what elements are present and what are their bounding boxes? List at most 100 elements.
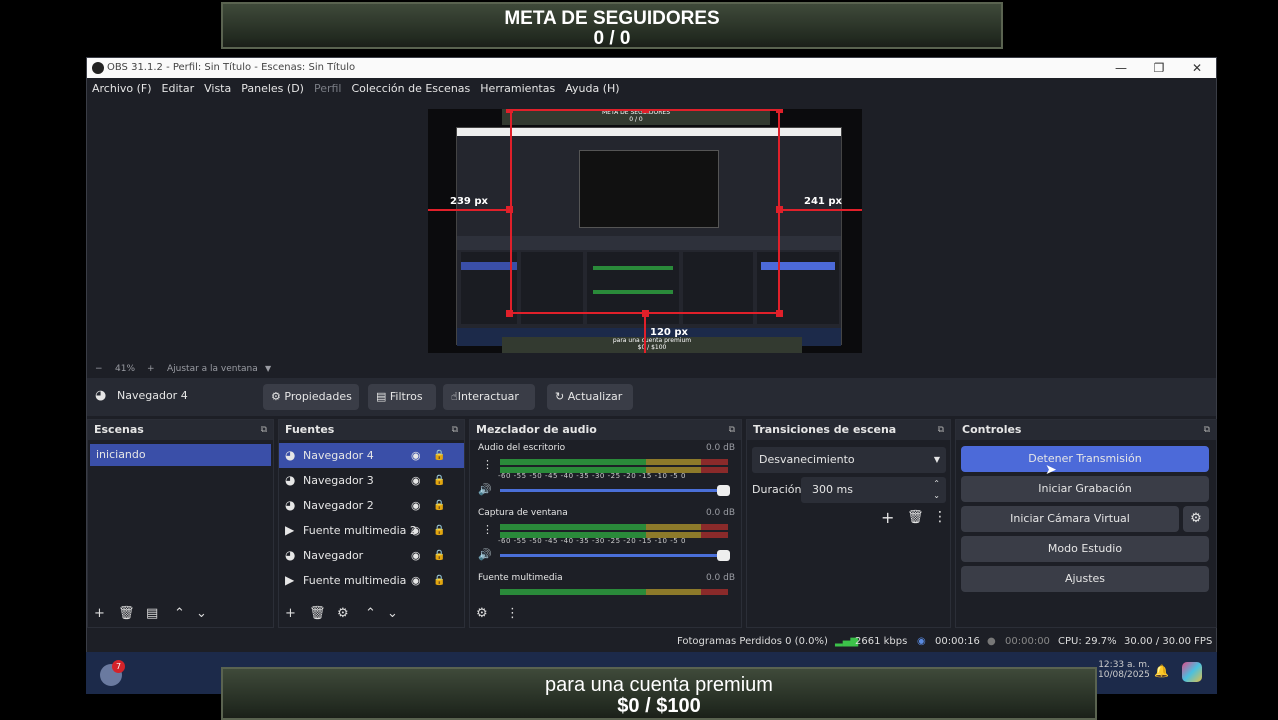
eye-icon[interactable]: ◉: [411, 518, 421, 543]
handle-bottom-left[interactable]: [506, 310, 513, 317]
trash-icon[interactable]: 🗑: [309, 606, 326, 621]
undock-icon[interactable]: ⧉: [1204, 420, 1210, 440]
scene-item[interactable]: iniciando: [90, 444, 271, 466]
title-bar: OBS 31.1.2 - Perfil: Sin Título - Escena…: [87, 58, 1216, 78]
program-preview[interactable]: META DE SEGUIDORES 0 / 0 para una cuenta…: [428, 109, 862, 353]
channel-name: Captura de ventana: [478, 508, 568, 518]
stepper-down-icon[interactable]: ⌄: [933, 483, 940, 509]
stop-stream-button[interactable]: Detener Transmisión: [961, 446, 1209, 472]
advanced-audio-icon[interactable]: ⚙: [476, 606, 488, 621]
interact-button[interactable]: ☝Interactuar: [443, 384, 535, 410]
chevron-down-icon[interactable]: ⌄: [387, 606, 398, 621]
studio-mode-button[interactable]: Modo Estudio: [961, 536, 1209, 562]
kebab-icon[interactable]: ⋮: [482, 458, 493, 471]
settings-button[interactable]: Ajustes: [961, 566, 1209, 592]
menu-ayuda[interactable]: Ayuda (H): [560, 78, 624, 100]
kebab-icon[interactable]: ⋮: [933, 509, 947, 525]
handle-left[interactable]: [506, 206, 513, 213]
window-title: OBS 31.1.2 - Perfil: Sin Título - Escena…: [107, 62, 356, 73]
speaker-icon[interactable]: 🔊: [478, 483, 492, 496]
zoom-out-button[interactable]: −: [95, 362, 103, 376]
lock-icon[interactable]: 🔒: [433, 443, 445, 468]
pointer-icon: ☝: [451, 390, 458, 403]
close-icon[interactable]: ✕: [1178, 58, 1216, 78]
lock-icon[interactable]: 🔒: [433, 518, 445, 543]
menu-perfil[interactable]: Perfil: [309, 78, 347, 100]
menu-coleccion-escenas[interactable]: Colección de Escenas: [347, 78, 476, 100]
source-name: Fuente multimedia 2: [303, 524, 417, 537]
undock-icon[interactable]: ⧉: [452, 420, 458, 440]
source-row[interactable]: ▶ Fuente multimedia ◉ 🔒: [279, 568, 464, 593]
chevron-down-icon[interactable]: ⌄: [196, 606, 207, 621]
zoom-in-button[interactable]: +: [147, 362, 155, 376]
trash-icon[interactable]: 🗑: [907, 510, 924, 525]
menu-archivo[interactable]: Archivo (F): [87, 78, 157, 100]
clock[interactable]: 12:33 a. m. 10/08/2025: [1098, 660, 1150, 680]
source-row[interactable]: ◕ Navegador 3 ◉ 🔒: [279, 468, 464, 493]
globe-icon: ◕: [95, 388, 107, 403]
selection-bounds[interactable]: [510, 109, 780, 314]
handle-top[interactable]: [642, 109, 649, 113]
minimize-icon[interactable]: —: [1102, 58, 1140, 78]
volume-slider[interactable]: [500, 550, 730, 561]
source-row[interactable]: ▶ Fuente multimedia 2 ◉ 🔒: [279, 518, 464, 543]
handle-bottom-right[interactable]: [776, 310, 783, 317]
source-row[interactable]: ◕ Navegador 2 ◉ 🔒: [279, 493, 464, 518]
nested-premium-amount: $0 / $100: [637, 344, 667, 351]
maximize-icon[interactable]: ❐: [1140, 58, 1178, 78]
filters-button[interactable]: ▤ Filtros: [368, 384, 436, 410]
zoom-bar: − 41% + Ajustar a la ventana ▼: [87, 362, 1216, 376]
refresh-button[interactable]: ↻ Actualizar: [547, 384, 633, 410]
add-icon[interactable]: +: [94, 606, 105, 621]
source-row[interactable]: ◕ Navegador ◉ 🔒: [279, 543, 464, 568]
gear-icon: ⚙: [271, 390, 281, 403]
chevron-down-icon[interactable]: ▼: [265, 362, 271, 376]
handle-bottom[interactable]: [642, 310, 649, 317]
trash-icon[interactable]: 🗑: [118, 606, 135, 621]
eye-icon[interactable]: ◉: [411, 543, 421, 568]
add-icon[interactable]: +: [285, 606, 296, 621]
chevron-up-icon[interactable]: ⌃: [174, 606, 185, 621]
zoom-fit-select[interactable]: Ajustar a la ventana: [167, 362, 258, 376]
lock-icon[interactable]: 🔒: [433, 493, 445, 518]
eye-icon[interactable]: ◉: [411, 568, 421, 593]
menu-herramientas[interactable]: Herramientas: [475, 78, 560, 100]
handle-top-right[interactable]: [776, 109, 783, 113]
chevron-up-icon[interactable]: ⌃: [365, 606, 376, 621]
gear-icon[interactable]: ⚙: [337, 606, 349, 621]
lock-icon[interactable]: 🔒: [433, 468, 445, 493]
filter-icon[interactable]: ▤: [146, 606, 158, 621]
eye-icon[interactable]: ◉: [411, 493, 421, 518]
duration-input[interactable]: 300 ms ⌃ ⌄: [801, 477, 946, 503]
slider-knob[interactable]: [717, 485, 730, 496]
clock-time: 12:33 a. m.: [1098, 660, 1150, 670]
speaker-icon[interactable]: 🔊: [478, 548, 492, 561]
menu-editar[interactable]: Editar: [157, 78, 200, 100]
menu-paneles[interactable]: Paneles (D): [236, 78, 309, 100]
copilot-icon[interactable]: [1182, 662, 1202, 682]
volume-slider[interactable]: [500, 485, 730, 496]
eye-icon[interactable]: ◉: [411, 443, 421, 468]
handle-right[interactable]: [776, 206, 783, 213]
lock-icon[interactable]: 🔒: [433, 543, 445, 568]
handle-top-left[interactable]: [506, 109, 513, 113]
notification-badge: 7: [112, 660, 125, 673]
transition-select[interactable]: Desvanecimiento ▼: [752, 447, 946, 473]
kebab-icon[interactable]: ⋮: [482, 523, 493, 536]
kebab-icon[interactable]: ⋮: [506, 606, 519, 621]
menu-vista[interactable]: Vista: [199, 78, 236, 100]
channel-name: Audio del escritorio: [478, 443, 566, 453]
eye-icon[interactable]: ◉: [411, 468, 421, 493]
undock-icon[interactable]: ⧉: [938, 420, 944, 440]
add-icon[interactable]: +: [881, 508, 894, 527]
source-row[interactable]: ◕ Navegador 4 ◉ 🔒: [279, 443, 464, 468]
undock-icon[interactable]: ⧉: [261, 420, 267, 440]
bell-icon[interactable]: 🔔: [1154, 664, 1169, 678]
slider-knob[interactable]: [717, 550, 730, 561]
lock-icon[interactable]: 🔒: [433, 568, 445, 593]
undock-icon[interactable]: ⧉: [729, 420, 735, 440]
virtual-camera-settings-button[interactable]: ⚙: [1183, 506, 1209, 532]
virtual-camera-button[interactable]: Iniciar Cámara Virtual: [961, 506, 1179, 532]
properties-button[interactable]: ⚙ Propiedades: [263, 384, 359, 410]
start-recording-button[interactable]: Iniciar Grabación: [961, 476, 1209, 502]
